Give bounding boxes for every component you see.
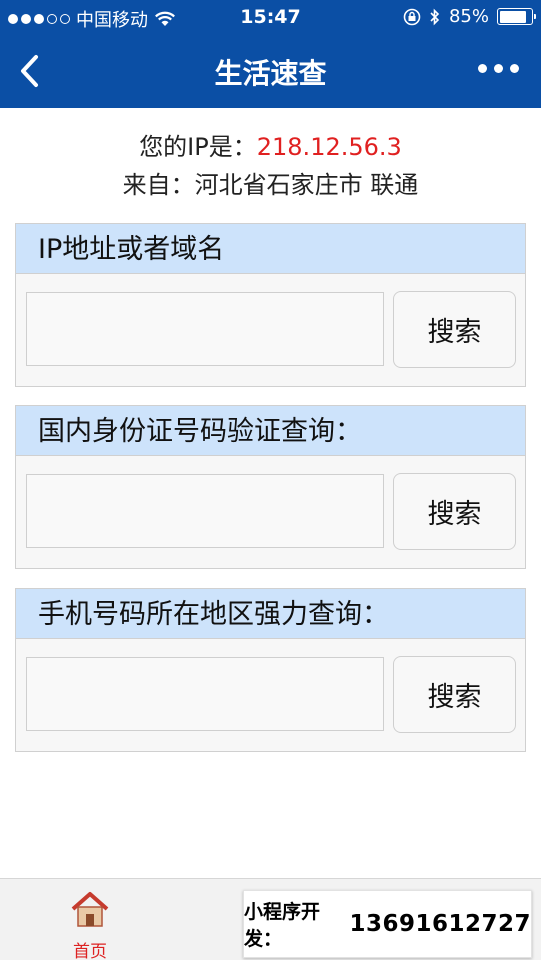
promo-banner: 小程序开发： 13691612727	[243, 890, 532, 958]
rotation-lock-icon	[403, 8, 421, 25]
promo-label: 小程序开发：	[244, 901, 321, 950]
mobile-input[interactable]	[26, 657, 384, 731]
location-line: 来自：河北省石家庄市 联通	[0, 166, 541, 204]
ip-search-button[interactable]: 搜索	[393, 291, 516, 368]
id-card-panel: 国内身份证号码验证查询： 搜索	[15, 405, 526, 569]
page-title: 生活速查	[214, 57, 327, 90]
status-right: 85%	[403, 6, 536, 27]
mobile-panel: 手机号码所在地区强力查询： 搜索	[15, 588, 526, 752]
ip-info: 您的IP是：218.12.56.3 来自：河北省石家庄市 联通	[0, 128, 541, 204]
ip-domain-input[interactable]	[26, 292, 384, 366]
from-label: 来自：	[122, 171, 195, 199]
home-icon	[71, 892, 109, 927]
battery-icon	[497, 8, 536, 25]
bluetooth-icon	[430, 8, 440, 25]
mobile-search-button[interactable]: 搜索	[393, 656, 516, 733]
ip-label: 您的IP是：	[139, 133, 257, 161]
panel-title: 国内身份证号码验证查询：	[16, 406, 525, 456]
battery-percent: 85%	[448, 6, 489, 27]
ip-value: 218.12.56.3	[256, 133, 402, 161]
tab-label: 首页	[73, 942, 107, 960]
more-dots-icon[interactable]	[478, 64, 519, 73]
id-search-button[interactable]: 搜索	[393, 473, 516, 550]
id-card-input[interactable]	[26, 474, 384, 548]
panel-title: 手机号码所在地区强力查询：	[16, 589, 525, 639]
ip-domain-panel: IP地址或者域名 搜索	[15, 223, 526, 387]
promo-phone: 13691612727	[349, 911, 531, 937]
battery-level	[499, 10, 526, 23]
tab-home[interactable]: 首页	[0, 879, 180, 960]
nav-bar: 生活速查	[0, 34, 541, 108]
location-value: 河北省石家庄市 联通	[194, 171, 419, 199]
panel-title: IP地址或者域名	[16, 224, 525, 274]
ip-line: 您的IP是：218.12.56.3	[0, 128, 541, 166]
status-bar: 中国移动 15:47 85%	[0, 0, 541, 34]
